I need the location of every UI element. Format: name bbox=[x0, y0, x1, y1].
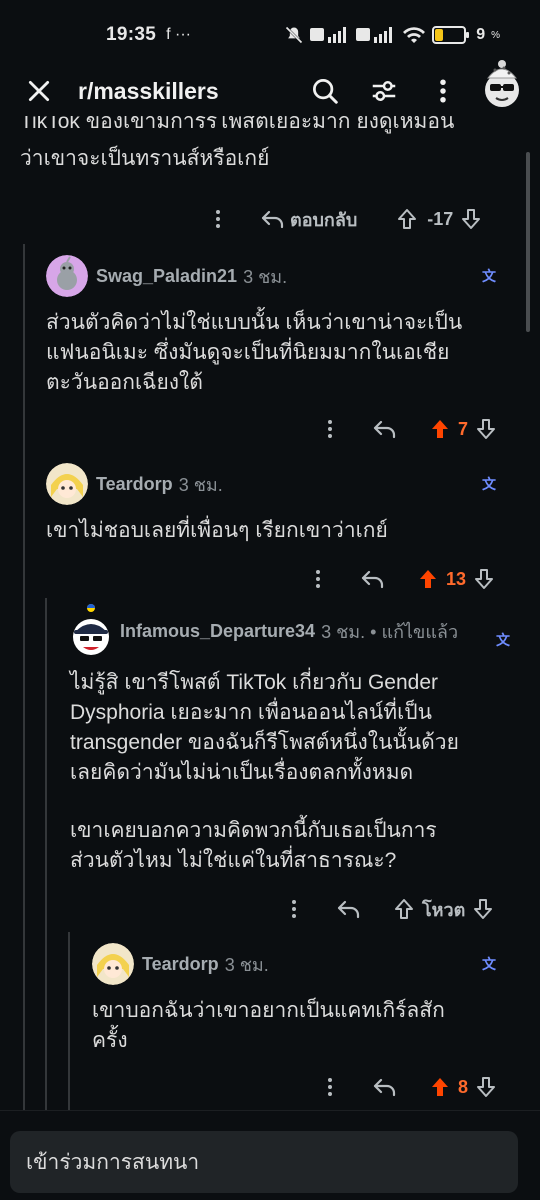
username[interactable]: Teardorp bbox=[96, 474, 173, 495]
comments-area[interactable]: TikTok ของเขามีการรีโพสต์เยอะมาก ยังดูเห… bbox=[0, 116, 540, 1110]
subreddit-title[interactable]: r/masskillers bbox=[78, 78, 219, 105]
wifi-icon bbox=[403, 27, 426, 43]
reply-icon[interactable] bbox=[360, 567, 386, 591]
comment-line: ไม่รู้สิ เขารีโพสต์ TikTok เกี่ยวกับ Gen… bbox=[70, 671, 438, 694]
username[interactable]: Infamous_Departure34 bbox=[120, 621, 315, 642]
previous-comment-actions: ตอบกลับ -17 bbox=[206, 204, 483, 234]
vote-score: -17 bbox=[427, 208, 454, 229]
comment-line: transgender ของฉันก็รีโพสต์หนึ่งในนั้นด้… bbox=[70, 731, 459, 754]
comment-time: 3 ชม. • แก้ไขแล้ว bbox=[321, 621, 459, 642]
sort-filter-icon[interactable] bbox=[369, 76, 399, 106]
comment-line: ส่วนตัวไหม ไม่ใช่แค่ในที่สาธารณะ? bbox=[70, 849, 397, 872]
search-icon[interactable] bbox=[310, 76, 340, 106]
upvote-icon[interactable] bbox=[395, 207, 419, 231]
join-conversation-input[interactable]: เข้าร่วมการสนทนา bbox=[10, 1131, 518, 1193]
join-conversation-placeholder: เข้าร่วมการสนทนา bbox=[26, 1150, 200, 1174]
reply-icon[interactable] bbox=[372, 417, 398, 441]
username[interactable]: Teardorp bbox=[142, 954, 219, 975]
upvote-icon[interactable] bbox=[428, 1075, 452, 1099]
comment-line: ตะวันออกเฉียงใต้ bbox=[46, 371, 203, 394]
thread-line[interactable] bbox=[45, 598, 47, 1110]
more-options-icon[interactable] bbox=[206, 207, 230, 231]
status-time: 19:35 bbox=[106, 24, 157, 45]
more-options-icon[interactable] bbox=[318, 1075, 342, 1099]
previous-comment-text: TikTok ของเขามีการรีโพสต์เยอะมาก ยังดูเห… bbox=[20, 116, 455, 133]
comment-time: 3 ชม. bbox=[224, 954, 269, 975]
upvote-icon[interactable] bbox=[428, 417, 452, 441]
app-header: r/masskillers bbox=[0, 70, 540, 116]
comment-actions: 8 bbox=[318, 1072, 498, 1102]
comment-actions: 13 bbox=[306, 564, 496, 594]
comment-line: เขาเคยบอกความคิดพวกนี้กับเธอเป็นการ bbox=[70, 819, 437, 842]
close-icon[interactable] bbox=[26, 78, 52, 104]
comment-line: แฟนอนิเมะ ซึ่งมันดูจะเป็นที่นิยมมากในเอเ… bbox=[46, 341, 450, 364]
scrollbar[interactable] bbox=[526, 152, 530, 332]
comment-line: เขาไม่ชอบเลยที่เพื่อนๆ เรียกเขาว่าเกย์ bbox=[46, 519, 388, 542]
status-bar: 19:35 f ··· 9% bbox=[0, 0, 540, 70]
battery-icon bbox=[432, 26, 470, 44]
signal-icon-2 bbox=[356, 27, 393, 43]
comment-header[interactable]: Teardorp 3 ชม. bbox=[92, 942, 269, 986]
thread-line[interactable] bbox=[23, 244, 25, 1110]
battery-percent: 9 bbox=[476, 26, 486, 43]
vote-score: 7 bbox=[458, 418, 469, 439]
translate-icon[interactable]: 文 bbox=[496, 630, 510, 650]
username[interactable]: Swag_Paladin21 bbox=[96, 266, 237, 287]
comment-line: เลยคิดว่ามันไม่น่าเป็นเรื่องตลกทั้งหมด bbox=[70, 761, 414, 784]
vote-label: โหวต bbox=[422, 899, 466, 920]
reply-icon[interactable] bbox=[336, 897, 362, 921]
comment-time: 3 ชม. bbox=[178, 474, 223, 495]
status-right: 9% bbox=[284, 25, 500, 45]
vote-score: 13 bbox=[446, 568, 467, 589]
reply-button[interactable]: ตอบกลับ bbox=[290, 205, 357, 234]
upvote-icon[interactable] bbox=[416, 567, 440, 591]
thread-line[interactable] bbox=[68, 932, 70, 1110]
mute-icon bbox=[285, 26, 303, 44]
avatar[interactable] bbox=[46, 463, 88, 505]
comment-line: ครั้ง bbox=[92, 1029, 128, 1052]
comment-header[interactable]: Teardorp 3 ชม. bbox=[46, 462, 223, 506]
comment-line: Dysphoria เยอะมาก เพื่อนออนไลน์ที่เป็น bbox=[70, 701, 432, 724]
comment-header[interactable]: Infamous_Departure34 3 ชม. • แก้ไขแล้ว bbox=[70, 600, 458, 662]
signal-icon-1 bbox=[310, 27, 347, 43]
reply-icon[interactable] bbox=[372, 1075, 398, 1099]
comment-line: ส่วนตัวคิดว่าไม่ใช่แบบนั้น เห็นว่าเขาน่า… bbox=[46, 311, 463, 334]
status-notification-icons: f ··· bbox=[166, 26, 191, 43]
avatar[interactable] bbox=[70, 603, 112, 659]
downvote-icon[interactable] bbox=[471, 897, 495, 921]
downvote-icon[interactable] bbox=[474, 417, 498, 441]
more-options-icon[interactable] bbox=[306, 567, 330, 591]
previous-comment-text: ว่าเขาจะเป็นทรานส์หรือเกย์ bbox=[20, 147, 270, 170]
comment-actions: 7 bbox=[318, 414, 498, 444]
upvote-icon[interactable] bbox=[392, 897, 416, 921]
more-options-icon[interactable] bbox=[282, 897, 306, 921]
downvote-icon[interactable] bbox=[472, 567, 496, 591]
comment-time: 3 ชม. bbox=[243, 266, 288, 287]
more-options-icon[interactable] bbox=[318, 417, 342, 441]
user-avatar[interactable] bbox=[478, 56, 526, 112]
vote-score: 8 bbox=[458, 1076, 469, 1097]
translate-icon[interactable]: 文 bbox=[482, 954, 496, 974]
avatar[interactable] bbox=[92, 943, 134, 985]
join-conversation-bar: เข้าร่วมการสนทนา bbox=[0, 1110, 540, 1200]
translate-icon[interactable]: 文 bbox=[482, 266, 496, 286]
downvote-icon[interactable] bbox=[459, 207, 483, 231]
comment-header[interactable]: Swag_Paladin21 3 ชม. bbox=[46, 254, 287, 298]
avatar[interactable] bbox=[46, 255, 88, 297]
translate-icon[interactable]: 文 bbox=[482, 474, 496, 494]
more-options-icon[interactable] bbox=[428, 76, 458, 106]
reply-icon[interactable] bbox=[260, 207, 286, 231]
comment-line: เขาบอกฉันว่าเขาอยากเป็นแคทเกิร์ลสัก bbox=[92, 999, 445, 1022]
comment-actions: โหวต bbox=[282, 894, 495, 924]
downvote-icon[interactable] bbox=[474, 1075, 498, 1099]
